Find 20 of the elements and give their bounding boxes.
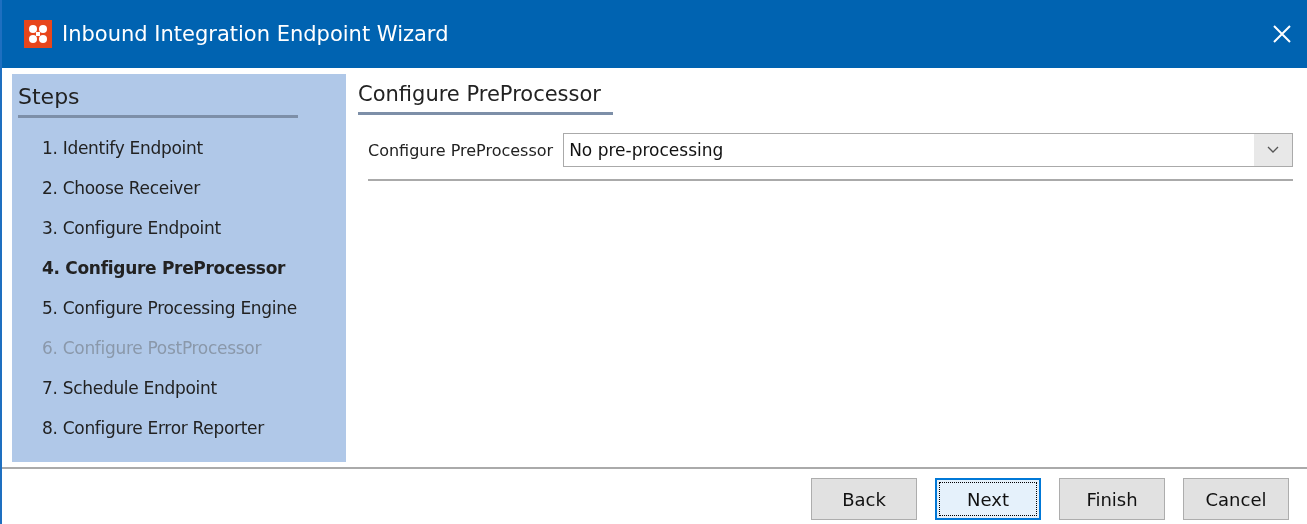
step-item: 2. Choose Receiver [41,177,202,200]
steps-title: Steps [18,84,298,118]
wizard-button[interactable]: Cancel [1183,478,1289,520]
step-item: 3. Configure Endpoint [41,217,222,240]
panel-title: Configure PreProcessor [358,82,613,115]
step-item: 5. Configure Processing Engine [41,297,298,320]
step-item: 6. Configure PostProcessor [41,337,263,360]
wizard-button[interactable]: Back [811,478,917,520]
field-label: Configure PreProcessor [368,140,554,160]
wizard-button[interactable]: Finish [1059,478,1165,520]
chevron-down-icon [1267,146,1279,154]
app-logo-icon [24,20,52,48]
close-icon[interactable] [1272,24,1292,44]
window-title: Inbound Integration Endpoint Wizard [62,22,450,46]
wizard-button[interactable]: Next [935,478,1041,520]
step-item: 7. Schedule Endpoint [41,377,218,400]
step-item: 8. Configure Error Reporter [41,417,266,440]
preprocessor-dropdown[interactable]: No pre-processing [563,133,1293,167]
step-item: 1. Identify Endpoint [41,137,204,160]
step-item: 4. Configure PreProcessor [41,257,287,280]
